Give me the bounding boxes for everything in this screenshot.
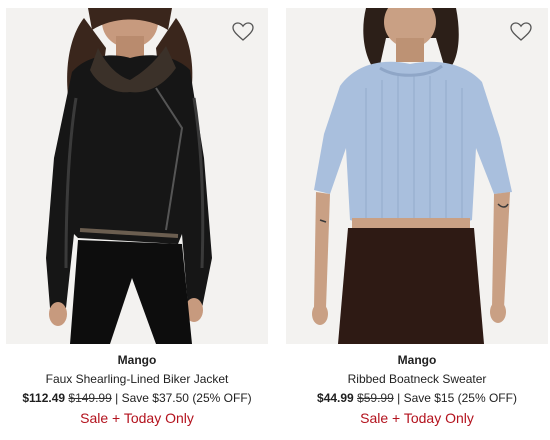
price-line: $44.99 $59.99 | Save $15 (25% OFF): [286, 390, 548, 406]
product-card[interactable]: Mango Faux Shearling-Lined Biker Jacket …: [6, 0, 268, 440]
product-name-link[interactable]: Ribbed Boatneck Sweater: [286, 371, 548, 387]
product-name-link[interactable]: Faux Shearling-Lined Biker Jacket: [6, 371, 268, 387]
product-brand: Mango: [397, 353, 437, 367]
product-card[interactable]: Mango Ribbed Boatneck Sweater $44.99 $59…: [286, 0, 548, 440]
price-line: $112.49 $149.99 | Save $37.50 (25% OFF): [6, 390, 268, 406]
original-price: $59.99: [357, 391, 394, 405]
sale-price: $44.99: [317, 391, 354, 405]
sale-price: $112.49: [22, 391, 66, 405]
product-brand: Mango: [117, 353, 157, 367]
product-image-jacket[interactable]: [6, 8, 268, 344]
product-grid: Mango Faux Shearling-Lined Biker Jacket …: [0, 0, 550, 440]
product-info: Mango Faux Shearling-Lined Biker Jacket …: [6, 352, 268, 427]
product-info: Mango Ribbed Boatneck Sweater $44.99 $59…: [286, 352, 548, 427]
savings-text: | Save $15 (25% OFF): [397, 391, 517, 405]
wishlist-heart-icon[interactable]: [232, 22, 254, 42]
promo-badge: Sale + Today Only: [360, 410, 474, 426]
product-image-sweater[interactable]: [286, 8, 548, 344]
wishlist-heart-icon[interactable]: [510, 22, 532, 42]
promo-badge: Sale + Today Only: [80, 410, 194, 426]
savings-text: | Save $37.50 (25% OFF): [115, 391, 252, 405]
original-price: $149.99: [68, 391, 112, 405]
